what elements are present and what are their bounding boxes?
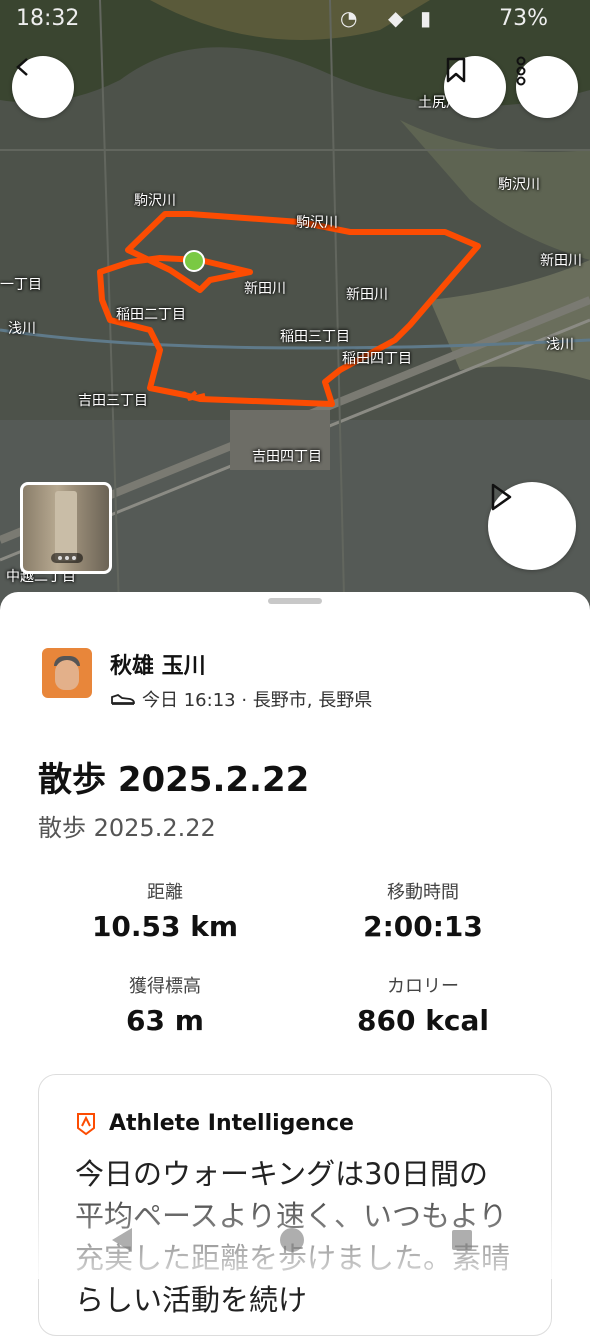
activity-meta-text: 今日 16:13 · 長野市, 長野県: [142, 690, 373, 711]
more-vertical-icon: [516, 56, 526, 86]
play-flyover-button[interactable]: [488, 482, 576, 570]
nav-home-icon[interactable]: [280, 1228, 304, 1252]
status-time: 18:32: [16, 6, 80, 31]
nav-back-icon[interactable]: [112, 1228, 132, 1252]
bookmark-button[interactable]: [444, 56, 506, 118]
map-label: 駒沢川: [498, 177, 540, 193]
photo-pager-dots: [51, 553, 83, 563]
athlete-name[interactable]: 秋雄 玉川: [110, 648, 206, 680]
shoe-icon: [111, 693, 135, 705]
stat-calories: カロリー 860 kcal: [357, 976, 489, 1037]
map-label: 新田川: [346, 287, 388, 303]
map-label: 吉田三丁目: [78, 393, 148, 409]
system-nav-bar: [0, 1222, 590, 1262]
more-options-button[interactable]: [516, 56, 578, 118]
map-label: 一丁目: [0, 277, 42, 293]
wifi-icon: ◆: [388, 6, 404, 30]
activity-title: 散歩 2025.2.22: [38, 760, 310, 800]
chevron-left-icon: [16, 58, 28, 76]
alarm-icon: ◔: [340, 6, 358, 30]
map-label: 新田川: [540, 253, 582, 269]
activity-meta: 今日 16:13 · 長野市, 長野県: [110, 686, 372, 712]
map-label: 浅川: [546, 337, 574, 353]
photo-thumbnail[interactable]: [20, 482, 112, 574]
map-label: 稲田四丁目: [342, 351, 412, 367]
map-label: 稲田二丁目: [116, 307, 186, 323]
map-label: 浅川: [8, 321, 36, 337]
athlete-intelligence-heading: Athlete Intelligence: [75, 1111, 354, 1136]
avatar[interactable]: [42, 648, 92, 698]
route-map[interactable]: 駒沢川 駒沢川 駒沢川 新田川 新田川 新田川 稲田二丁目 稲田三丁目 稲田四丁…: [0, 0, 590, 640]
nav-recents-icon[interactable]: [452, 1230, 472, 1250]
stat-moving-time: 移動時間 2:00:13: [363, 882, 483, 943]
bookmark-icon: [446, 57, 466, 83]
play-icon: [491, 483, 512, 511]
map-label: 稲田三丁目: [280, 329, 350, 345]
stat-elevation: 獲得標高 63 m: [126, 976, 204, 1037]
battery-level: 73%: [499, 6, 548, 31]
athlete-intelligence-icon: [77, 1112, 95, 1135]
stone-pillar: [55, 491, 77, 561]
back-button[interactable]: [12, 56, 74, 118]
status-bar: 18:32 ▮ ◆ ◔ 73%: [0, 4, 590, 34]
stat-distance: 距離 10.53 km: [91, 882, 239, 943]
activity-description: 散歩 2025.2.22: [38, 814, 216, 842]
map-label: 駒沢川: [296, 215, 338, 231]
sheet-drag-handle[interactable]: [268, 598, 322, 604]
start-marker: [183, 250, 205, 272]
signal-icon: ▮: [420, 6, 432, 30]
map-label: 駒沢川: [134, 193, 176, 209]
map-label: 吉田四丁目: [252, 449, 322, 465]
map-label: 新田川: [244, 281, 286, 297]
